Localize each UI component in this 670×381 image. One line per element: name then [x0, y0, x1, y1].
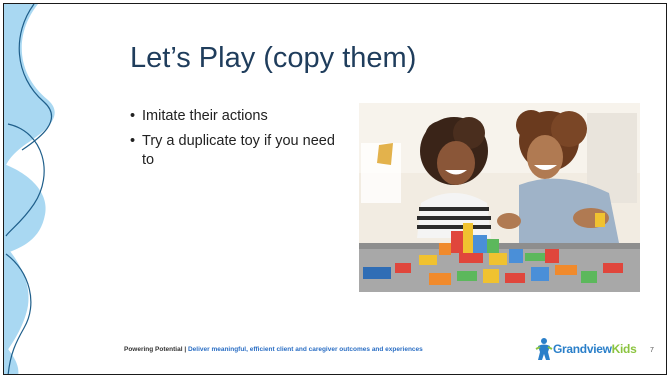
play-photo: [359, 103, 640, 292]
slide-title: Let’s Play (copy them): [130, 42, 417, 74]
wave-shape: [4, 244, 29, 356]
grandview-kids-logo: GrandviewKids: [535, 336, 645, 362]
bullet-symbol: •: [130, 108, 136, 124]
slide: Let’s Play (copy them) • Imitate their a…: [3, 3, 667, 375]
bullet-item: • Imitate their actions: [130, 107, 340, 126]
footer-tagline: Deliver meaningful, efficient client and…: [187, 346, 423, 353]
bullet-item: • Try a duplicate toy if you need to: [130, 132, 340, 170]
logo-word-kids: Kids: [611, 342, 637, 356]
wave-shape: [4, 4, 55, 174]
logo-figure-icon: [535, 338, 553, 360]
logo-word-grandview: Grandview: [553, 342, 612, 356]
bullet-list: • Imitate their actions • Try a duplicat…: [130, 107, 340, 176]
decorative-waves: [4, 4, 55, 374]
footer-text: Powering Potential | Deliver meaningful,…: [124, 346, 423, 353]
logo-text: GrandviewKids: [553, 342, 637, 356]
wave-shape: [4, 164, 46, 254]
bullet-text: Imitate their actions: [142, 108, 268, 124]
bullet-text: Try a duplicate toy if you need to: [142, 133, 335, 168]
bullet-symbol: •: [130, 133, 136, 149]
footer-lead: Powering Potential: [124, 346, 183, 353]
page-number: 7: [650, 347, 654, 354]
